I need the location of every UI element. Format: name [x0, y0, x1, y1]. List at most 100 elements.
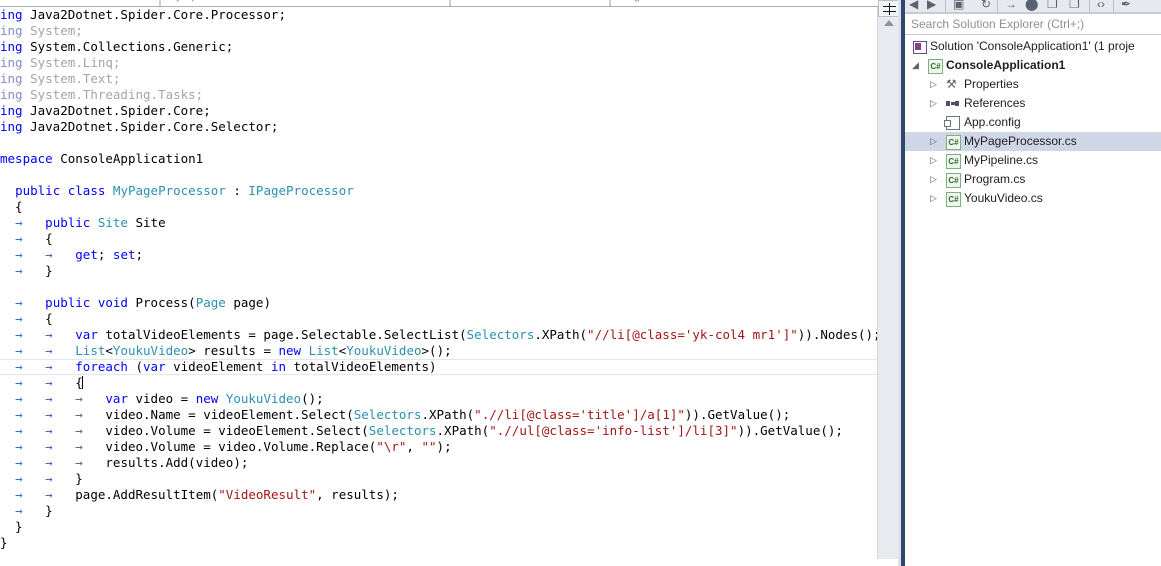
code-line[interactable]: → { [0, 231, 877, 247]
code-line[interactable] [0, 279, 877, 295]
code-line[interactable]: ing Java2Dotnet.Spider.Core.Selector; [0, 119, 877, 135]
collapsed-arrow-icon[interactable]: ▷ [928, 151, 939, 170]
collapsed-arrow-icon[interactable]: ▷ [928, 170, 939, 189]
tree-item-label: App.config [964, 115, 1021, 129]
forward-icon[interactable]: ▶ [927, 0, 936, 12]
code-line[interactable]: } [0, 519, 877, 535]
code-token: ing [0, 7, 31, 22]
code-line[interactable]: ing Java2Dotnet.Spider.Core.Processor; [0, 7, 877, 23]
expanded-arrow-icon[interactable]: ◢ [910, 56, 921, 75]
collapsed-arrow-icon[interactable]: ▷ [928, 189, 939, 208]
code-line[interactable] [0, 135, 877, 151]
code-line[interactable]: → } [0, 263, 877, 279]
code-line[interactable]: → → → video.Volume = videoElement.Select… [0, 423, 877, 439]
scroll-up-arrow-icon[interactable] [884, 20, 894, 26]
tree-item-properties[interactable]: ▷ ⚒ Properties [905, 75, 1161, 94]
code-token: video.Name = videoElement.Select( [82, 407, 354, 422]
code-line[interactable]: } [0, 535, 877, 551]
code-line[interactable]: mespace ConsoleApplication1 [0, 151, 877, 167]
code-token: "" [421, 439, 437, 454]
code-line[interactable]: → → } [0, 471, 877, 487]
code-line[interactable]: public class MyPageProcessor : IPageProc… [0, 183, 877, 199]
code-token: YoukuVideo [225, 391, 302, 406]
code-token: Process( [127, 295, 196, 310]
search-solution-explorer-box[interactable]: Search Solution Explorer (Ctrl+;) [905, 13, 1161, 35]
code-token: get [75, 247, 98, 262]
tree-item-consoleapplication1[interactable]: ◢ C# ConsoleApplication1 [905, 56, 1161, 75]
code-line[interactable]: → public Site Site [0, 215, 877, 231]
code-token: < [105, 343, 113, 358]
pending-changes-icon[interactable]: ✒ [1121, 0, 1131, 12]
code-line[interactable]: → → page.AddResultItem("VideoResult", re… [0, 487, 877, 503]
code-line[interactable]: ing System.Text; [0, 71, 877, 87]
code-token: IPageProcessor [248, 183, 354, 198]
code-token: YoukuVideo [112, 343, 189, 358]
code-line[interactable]: { [0, 199, 877, 215]
tree-item-youkuvideo-cs[interactable]: ▷ C# YoukuVideo.cs [905, 189, 1161, 208]
code-line[interactable]: → → { [0, 375, 877, 391]
code-token: List [75, 343, 106, 358]
code-line[interactable]: ing System.Linq; [0, 55, 877, 71]
code-token: ConsoleApplication1 [60, 151, 204, 166]
code-line[interactable]: → → List<YoukuVideo> results = new List<… [0, 343, 877, 359]
code-token: ".//li[@class='title']/a[1]" [474, 407, 685, 422]
tree-item-program-cs[interactable]: ▷ C# Program.cs [905, 170, 1161, 189]
tree-item-solution-consoleapplication1-1-proje[interactable]: Solution 'ConsoleApplication1' (1 proje [905, 37, 1161, 56]
tree-item-mypipeline-cs[interactable]: ▷ C# MyPipeline.cs [905, 151, 1161, 170]
tree-item-mypageprocessor-cs[interactable]: ▷ C# MyPageProcessor.cs [905, 132, 1161, 151]
csharp-file-icon: C# [945, 151, 961, 170]
split-editor-button[interactable] [878, 0, 900, 17]
code-line[interactable]: → → → var video = new YoukuVideo(); [0, 391, 877, 407]
code-line[interactable]: → → var totalVideoElements = page.Select… [0, 327, 877, 343]
code-line[interactable]: → → get; set; [0, 247, 877, 263]
code-line[interactable]: → → → video.Name = videoElement.Select(S… [0, 407, 877, 423]
collapsed-arrow-icon[interactable]: ▷ [928, 94, 939, 113]
code-view-icon[interactable]: ‹› [1097, 0, 1105, 12]
code-line[interactable]: ing System.Threading.Tasks; [0, 87, 877, 103]
tree-item-app-config[interactable]: App.config [905, 113, 1161, 132]
code-token: ing [0, 103, 31, 118]
code-token: → [45, 327, 53, 342]
code-line[interactable]: ing System; [0, 23, 877, 39]
tree-item-references[interactable]: ▷ References [905, 94, 1161, 113]
collapsed-arrow-icon[interactable]: ▷ [928, 132, 939, 151]
solution-tree[interactable]: Solution 'ConsoleApplication1' (1 proje ◢… [905, 37, 1161, 208]
code-line-text: } [0, 519, 23, 534]
preview-selected-items-icon[interactable]: ❐ [1047, 0, 1058, 12]
code-line[interactable] [0, 167, 877, 183]
code-token: > results = [188, 343, 279, 358]
code-line[interactable]: → → foreach (var videoElement in totalVi… [0, 359, 877, 375]
code-line[interactable]: → public void Process(Page page) [0, 295, 877, 311]
code-line-text: → public Site Site [0, 215, 166, 230]
collapse-all-icon[interactable]: → [1005, 0, 1017, 12]
code-line[interactable]: → → → video.Volume = video.Volume.Replac… [0, 439, 877, 455]
code-line[interactable]: ing Java2Dotnet.Spider.Core; [0, 103, 877, 119]
code-token: → [15, 503, 23, 518]
code-editor[interactable]: ing Java2Dotnet.Spider.Core.Processor; in… [0, 7, 877, 559]
code-token: , results); [316, 487, 399, 502]
code-line[interactable]: ing System.Collections.Generic; [0, 39, 877, 55]
code-text-area[interactable]: ing Java2Dotnet.Spider.Core.Processor; in… [0, 7, 877, 551]
back-icon[interactable]: ◀ [909, 0, 918, 12]
collapsed-arrow-icon[interactable]: ▷ [928, 75, 939, 94]
search-input[interactable]: Search Solution Explorer (Ctrl+;) [911, 17, 1084, 31]
code-line[interactable]: → → → results.Add(video); [0, 455, 877, 471]
refresh-icon[interactable]: ↻ [981, 0, 991, 12]
code-line[interactable]: → { [0, 311, 877, 327]
home-icon[interactable]: ▣ [953, 0, 964, 12]
properties-icon[interactable]: ⬤ [1025, 0, 1038, 12]
show-all-files-icon[interactable]: ❐ [1069, 0, 1080, 12]
code-token: Java2Dotnet.Spider.Core.Selector; [30, 119, 279, 134]
code-line-text: { [0, 199, 23, 214]
code-line[interactable]: → } [0, 503, 877, 519]
